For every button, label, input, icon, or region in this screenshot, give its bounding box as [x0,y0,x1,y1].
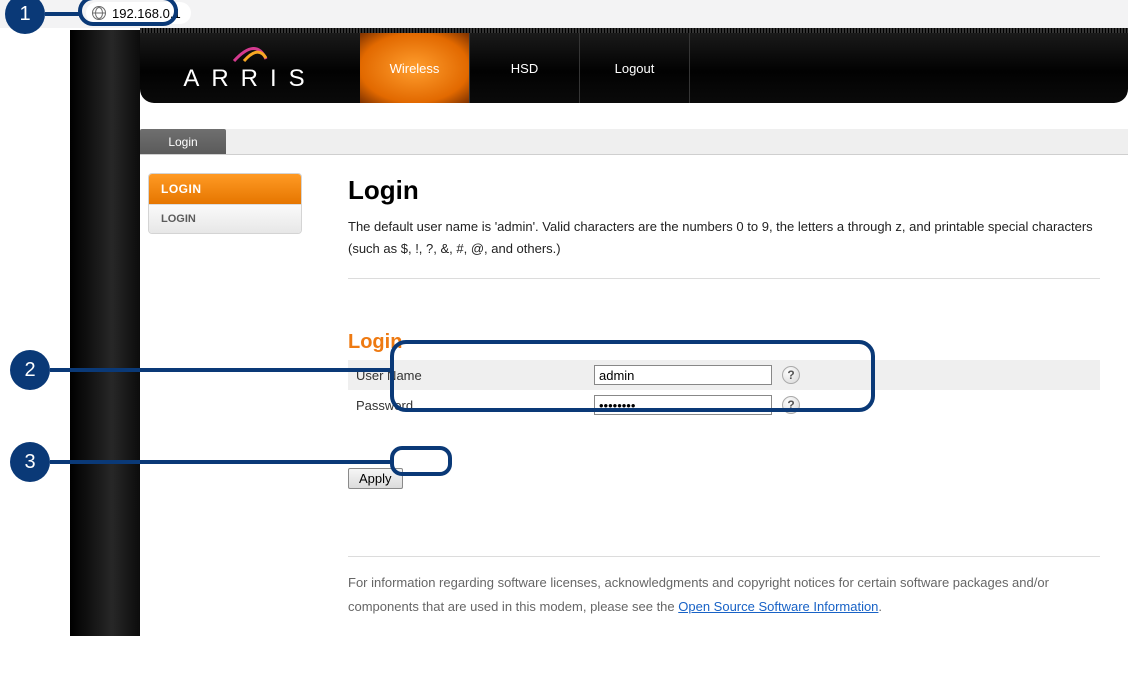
nav-logout[interactable]: Logout [580,33,690,103]
row-username: User Name ? [348,360,1100,390]
row-password: Password ? [348,390,1100,420]
open-source-link[interactable]: Open Source Software Information [678,599,878,614]
page-title: Login [348,175,1100,206]
sidebar: LOGIN LOGIN [140,155,310,636]
page-description: The default user name is 'admin'. Valid … [348,216,1100,279]
sidebar-card: LOGIN LOGIN [148,173,302,234]
header: ARRIS Wireless HSD Logout [140,33,1128,103]
content-area: LOGIN LOGIN Login The default user name … [140,155,1128,636]
footer-info: For information regarding software licen… [348,556,1100,618]
username-input[interactable] [594,365,772,385]
page-background: ARRIS Wireless HSD Logout Login LOGIN LO… [0,28,1128,689]
logo-text: ARRIS [183,65,316,93]
help-icon[interactable]: ? [782,366,800,384]
router-admin-panel: ARRIS Wireless HSD Logout Login LOGIN LO… [140,28,1128,636]
sidebar-item-login[interactable]: LOGIN [149,204,301,233]
nav-wireless[interactable]: Wireless [360,33,470,103]
tab-login[interactable]: Login [140,129,226,154]
footer-text-post: . [878,599,882,614]
sidebar-heading: LOGIN [149,174,301,204]
password-label: Password [348,398,594,413]
decorative-left-strip [70,30,140,636]
section-heading-login: Login [348,331,1100,354]
main-nav: Wireless HSD Logout [360,33,690,103]
annotation-badge-3: 3 [10,442,50,482]
username-label: User Name [348,368,594,383]
logo-swoosh-icon [232,43,268,63]
logo: ARRIS [140,33,360,103]
apply-row: Apply [348,468,1100,489]
nav-hsd[interactable]: HSD [470,33,580,103]
annotation-badge-2: 2 [10,350,50,390]
url-text: 192.168.0.1 [112,6,181,21]
help-icon[interactable]: ? [782,396,800,414]
password-input[interactable] [594,395,772,415]
sub-tab-row: Login [140,129,1128,155]
globe-icon [92,6,106,20]
url-chip[interactable]: 192.168.0.1 [86,2,191,24]
browser-url-bar: 192.168.0.1 [0,0,1128,28]
main-panel: Login The default user name is 'admin'. … [310,155,1128,636]
apply-button[interactable]: Apply [348,468,403,489]
